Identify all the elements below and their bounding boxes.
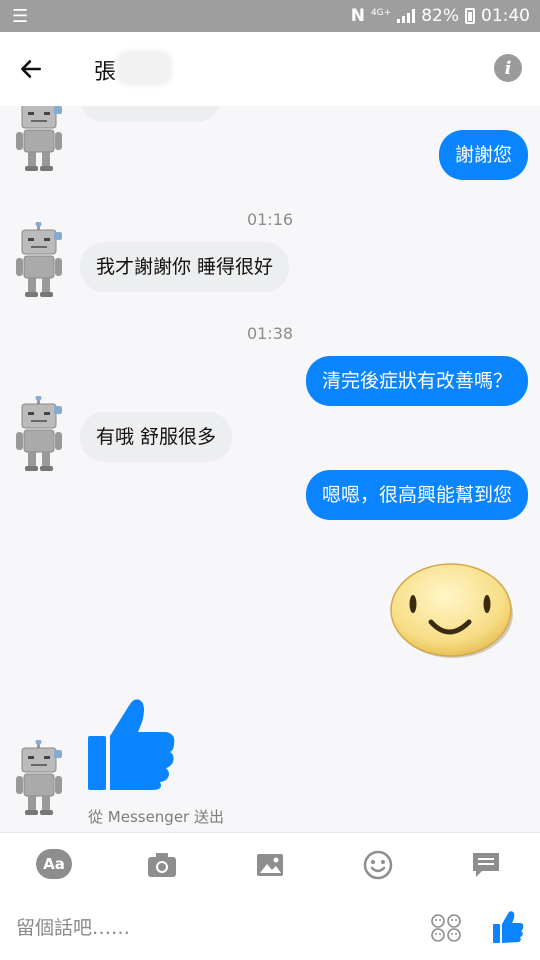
emoji-icon[interactable] xyxy=(360,849,396,881)
message-input[interactable] xyxy=(16,912,396,944)
nfc-icon: N xyxy=(350,6,365,26)
battery-percent: 82% xyxy=(421,6,459,26)
incoming-message xyxy=(80,106,220,122)
robot-avatar-icon[interactable] xyxy=(14,106,64,172)
message-timestamp: 01:16 xyxy=(246,210,294,229)
menu-icon: ☰ xyxy=(12,5,29,27)
incoming-message[interactable]: 我才謝謝你 睡得很好 xyxy=(80,242,290,292)
signal-icon xyxy=(397,9,416,23)
message-list[interactable]: 謝謝您 01:16 我才謝謝你 睡得很好 01:38 清完後症狀有改善嗎？ 有哦… xyxy=(0,106,540,832)
outgoing-message[interactable]: 謝謝您 xyxy=(438,130,528,180)
status-time: 01:40 xyxy=(481,6,530,26)
conversation-header: 張 i xyxy=(0,32,540,106)
incoming-message[interactable]: 有哦 舒服很多 xyxy=(80,412,233,462)
robot-avatar-icon[interactable] xyxy=(14,396,64,472)
robot-avatar-icon[interactable] xyxy=(14,222,64,298)
status-indicators: N 4G+ 82% 01:40 xyxy=(351,6,530,26)
chat-icon[interactable] xyxy=(468,849,504,881)
image-icon[interactable] xyxy=(252,849,288,881)
camera-icon[interactable] xyxy=(144,849,180,881)
battery-icon xyxy=(465,8,475,24)
status-bar: ☰ N 4G+ 82% 01:40 xyxy=(0,0,540,32)
outgoing-message[interactable]: 嗯嗯，很高興能幫到您 xyxy=(305,470,528,520)
message-composer xyxy=(0,896,540,960)
emoji-grid-icon[interactable] xyxy=(430,914,462,942)
thumbs-up-sticker-icon[interactable] xyxy=(86,696,176,792)
back-arrow-icon[interactable] xyxy=(18,56,44,82)
outgoing-message[interactable]: 清完後症狀有改善嗎？ xyxy=(305,356,528,406)
info-icon[interactable]: i xyxy=(494,54,522,82)
like-icon[interactable] xyxy=(492,910,524,944)
contact-name[interactable]: 張 xyxy=(94,54,116,86)
message-timestamp: 01:38 xyxy=(246,324,294,343)
text-format-icon[interactable]: Aa xyxy=(36,849,72,879)
network-label: 4G+ xyxy=(370,7,392,18)
robot-avatar-icon[interactable] xyxy=(14,740,64,816)
smiley-sticker-icon[interactable] xyxy=(387,560,515,660)
sent-via-label: 從 Messenger 送出 xyxy=(88,808,224,826)
redacted-name-blur xyxy=(116,50,172,86)
compose-toolbar: Aa xyxy=(0,832,540,896)
